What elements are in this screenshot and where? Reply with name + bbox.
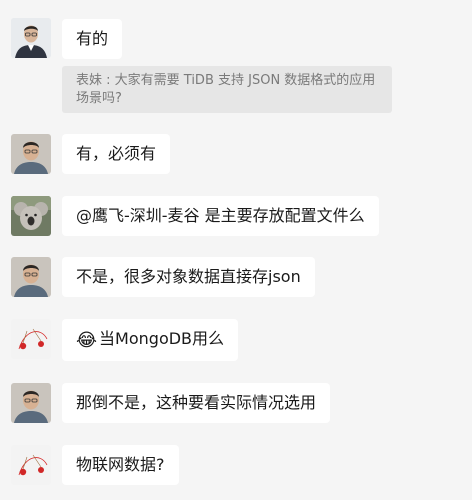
message-bubble[interactable]: 有，必须有 (62, 134, 171, 174)
avatar[interactable] (11, 319, 51, 359)
message-bubble[interactable]: 😂 当MongoDB用么 (62, 319, 239, 361)
message-bubble[interactable]: @鹰飞-深圳-麦谷 是主要存放配置文件么 (62, 196, 379, 236)
avatar[interactable] (11, 18, 51, 58)
cherry-drawing-avatar-icon (11, 319, 51, 359)
previous-message-cutoff (0, 0, 472, 6)
message-text: 当MongoDB用么 (99, 329, 225, 348)
laughing-tears-emoji-icon: 😂 (76, 330, 98, 351)
message-bubble[interactable]: 物联网数据? (62, 445, 179, 485)
avatar[interactable] (11, 196, 51, 236)
message-bubble[interactable]: 不是，很多对象数据直接存json (62, 257, 315, 297)
message-bubble[interactable]: 有的 (62, 19, 123, 59)
avatar[interactable] (11, 445, 51, 485)
cherry-drawing-avatar-icon (11, 445, 51, 485)
avatar[interactable] (11, 383, 51, 423)
message-bubble[interactable]: 那倒不是，这种要看实际情况选用 (62, 383, 331, 423)
quoted-message[interactable]: 表妹 : 大家有需要 TiDB 支持 JSON 数据格式的应用场景吗? (62, 66, 392, 113)
koala-avatar-icon (11, 196, 51, 236)
avatar[interactable] (11, 134, 51, 174)
man-glasses-avatar-icon (11, 18, 51, 58)
avatar[interactable] (11, 257, 51, 297)
man-avatar-icon (11, 134, 51, 174)
man-avatar-icon (11, 383, 51, 423)
man-avatar-icon (11, 257, 51, 297)
